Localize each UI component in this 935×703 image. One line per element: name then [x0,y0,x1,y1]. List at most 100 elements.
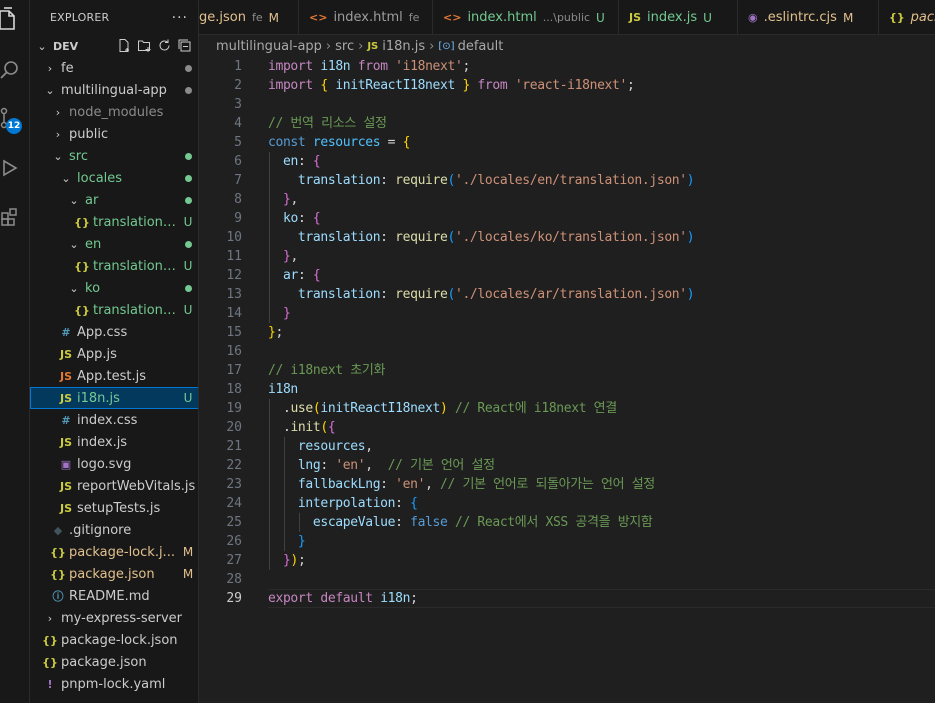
tree-file[interactable]: {} package-lock.json [30,629,198,651]
tree-folder[interactable]: ⌄ ko [30,277,198,299]
breadcrumb-folder-app[interactable]: multilingual-app [216,39,322,54]
code-line[interactable]: import i18n from 'i18next'; [268,57,470,76]
code-token: ) [686,287,695,302]
tree-folder[interactable]: › fe [30,57,198,79]
line-number: 13 [226,287,242,302]
explorer-header: EXPLORER ··· [30,0,198,35]
code-line[interactable]: } [268,304,291,323]
more-actions-button[interactable]: ··· [172,10,188,26]
code-editor[interactable]: 1 import i18n from 'i18next'; 2 import { in… [199,57,935,703]
code-line[interactable]: import { initReactI18next } from 'react-… [268,76,635,95]
tree-file[interactable]: {} translation.... U [30,211,198,233]
tree-item-label: translation.... [93,214,177,230]
file-type-icon: JS [629,11,642,24]
code-line[interactable]: translation: require('./locales/ar/trans… [268,285,695,304]
refresh-button[interactable] [157,38,172,53]
code-line[interactable]: translation: require('./locales/en/trans… [268,171,695,190]
code-token: , [290,192,298,207]
tree-folder[interactable]: › node_modules [30,101,198,123]
json-file-icon: {} [74,259,90,273]
code-token: , [365,458,388,473]
code-token: const [268,135,306,150]
breadcrumb-file[interactable]: i18n.js [382,39,425,54]
tree-file[interactable]: {} translation.... U [30,299,198,321]
code-line[interactable]: interpolation: { [268,494,418,513]
tree-file[interactable]: JS reportWebVitals.js [30,475,198,497]
code-line[interactable]: // i18next 초기화 [268,361,385,380]
tree-file[interactable]: JS i18n.js U [30,387,198,409]
search-activity-button[interactable] [0,52,30,88]
tree-folder[interactable]: › public [30,123,198,145]
editor-tab[interactable]: JS index.js U [619,0,738,34]
tree-file[interactable]: {} package.json [30,651,198,673]
collapse-all-button[interactable] [177,38,192,53]
tree-item-label: i18n.js [77,390,120,406]
tree-file[interactable]: {} package.json M [30,563,198,585]
code-line[interactable]: .init({ [268,418,336,437]
line-number: 16 [226,344,242,359]
editor-tab[interactable]: ◉ .eslintrc.cjs M [738,0,879,34]
json-file-icon: {} [74,215,90,229]
file-type-icon: ◉ [748,11,758,24]
code-line[interactable]: ar: { [268,266,321,285]
new-folder-button[interactable] [137,38,152,53]
editor-tab[interactable]: {} pack [879,0,935,34]
tree-folder[interactable]: ⌄ locales [30,167,198,189]
code-line[interactable]: en: { [268,152,321,171]
code-line[interactable]: }, [268,190,298,209]
breadcrumb-folder-src[interactable]: src [335,39,354,54]
source-control-activity-button[interactable]: 12 [0,100,30,136]
code-line[interactable]: const resources = { [268,133,410,152]
code-line[interactable]: export default i18n; [268,589,418,608]
tree-item-label: src [69,148,88,164]
editor-tab[interactable]: <> index.html fe [299,0,433,34]
explorer-activity-button[interactable] [0,2,30,38]
run-debug-activity-button[interactable] [0,150,30,186]
code-token: : [380,173,396,188]
code-line[interactable]: fallbackLng: 'en', // 기본 언어로 되돌아가는 언어 설정 [268,475,655,494]
files-icon [0,7,15,30]
code-line[interactable]: // 번역 리소스 설정 [268,114,387,133]
code-line[interactable]: }; [268,323,283,342]
code-token: // 번역 리소스 설정 [268,116,387,131]
code-line[interactable]: translation: require('./locales/ko/trans… [268,228,695,247]
breadcrumb-symbol[interactable]: default [458,39,504,54]
breadcrumb-separator: › [358,38,364,54]
code-line[interactable]: i18n [268,380,298,399]
tree-file[interactable]: # index.css [30,409,198,431]
code-line[interactable]: .use(initReactI18next) // React에 i18next… [268,399,617,418]
tree-folder[interactable]: ⌄ en [30,233,198,255]
tree-file[interactable]: ⓘ README.md [30,585,198,607]
tree-item-label: node_modules [69,104,164,120]
tree-file[interactable]: JS App.test.js [30,365,198,387]
editor-tab[interactable]: <> index.html ...\public U [433,0,619,34]
new-file-button[interactable] [117,38,132,53]
code-line[interactable]: escapeValue: false // React에서 XSS 공격을 방지… [268,513,653,532]
tree-folder[interactable]: ⌄ src [30,145,198,167]
code-line[interactable]: }, [268,247,298,266]
extensions-activity-button[interactable] [0,198,30,234]
code-line[interactable]: }); [268,551,306,570]
code-line[interactable]: } [268,532,306,551]
tree-file[interactable]: JS App.js [30,343,198,365]
tree-file[interactable]: {} package-lock.j... M [30,541,198,563]
tree-file[interactable]: {} translation.... U [30,255,198,277]
code-token: 'en' [335,458,366,473]
tree-file[interactable]: ! pnpm-lock.yaml [30,673,198,695]
editor-tab[interactable]: ge.json fe M [199,0,299,34]
tree-file[interactable]: ▣ logo.svg [30,453,198,475]
refresh-icon [159,39,170,51]
code-line[interactable]: ko: { [268,209,321,228]
tree-file[interactable]: JS setupTests.js [30,497,198,519]
tree-file[interactable]: # App.css [30,321,198,343]
line-number: 6 [234,154,242,169]
code-line[interactable]: lng: 'en', // 기본 언어 설정 [268,456,495,475]
tree-folder[interactable]: ⌄ ar [30,189,198,211]
tree-file[interactable]: ◆ .gitignore [30,519,198,541]
code-token: i18n [268,382,298,397]
tree-file[interactable]: JS index.js [30,431,198,453]
tree-folder[interactable]: › my-express-server [30,607,198,629]
tree-folder[interactable]: ⌄ multilingual-app [30,79,198,101]
